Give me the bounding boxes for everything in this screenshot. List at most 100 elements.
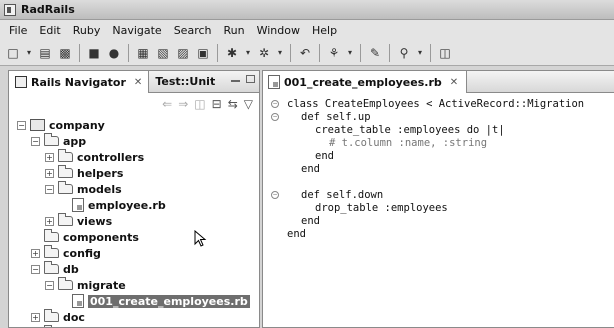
- generate-model-icon[interactable]: ▧: [154, 44, 172, 62]
- code-line: end: [287, 228, 306, 240]
- folder-icon: [58, 165, 73, 178]
- link-editor-icon[interactable]: ⇆: [228, 97, 238, 111]
- menu-run[interactable]: Run: [218, 24, 251, 37]
- generate-icon[interactable]: ▦: [134, 44, 152, 62]
- toolbar-separator: [290, 43, 291, 62]
- tree-item-components[interactable]: components: [31, 229, 139, 245]
- print-icon[interactable]: ▩: [56, 44, 74, 62]
- tree-item-migrate[interactable]: − migrate: [45, 277, 126, 293]
- collapse-icon[interactable]: −: [45, 184, 54, 194]
- folder-icon: [44, 245, 59, 258]
- tree-item-label: components: [63, 230, 139, 244]
- tree-item-label: views: [77, 214, 113, 228]
- search-icon[interactable]: ⚲: [395, 44, 413, 62]
- expand-icon[interactable]: +: [45, 152, 54, 162]
- menu-bar: File Edit Ruby Navigate Search Run Windo…: [0, 20, 614, 40]
- search-dropdown-icon[interactable]: ▾: [415, 44, 425, 62]
- main-toolbar: □ ▾ ▤ ▩ ■ ● ▦ ▧ ▨ ▣ ✱ ▾ ✲ ▾ ↶ ⚘ ▾ ✎ ⚲ ▾ …: [0, 40, 614, 66]
- expand-icon[interactable]: +: [45, 168, 54, 178]
- run-dropdown-icon[interactable]: ▾: [275, 44, 285, 62]
- tree-item-models[interactable]: − models: [45, 181, 122, 197]
- menu-window[interactable]: Window: [251, 24, 306, 37]
- close-icon[interactable]: ✕: [134, 77, 142, 88]
- tree-item-label: db: [63, 262, 79, 276]
- collapse-icon[interactable]: −: [31, 136, 40, 146]
- tree-item-controllers[interactable]: + controllers: [45, 149, 144, 165]
- tab-test-unit[interactable]: Test::Unit: [149, 71, 221, 92]
- code-line: def self.up: [301, 111, 371, 123]
- tree-item-label: migrate: [77, 278, 126, 292]
- server-start-icon[interactable]: ●: [105, 44, 123, 62]
- tree-item-employee-rb[interactable]: employee.rb: [59, 197, 166, 213]
- tree-item-db[interactable]: − db: [31, 261, 79, 277]
- external-tools-icon[interactable]: ⚘: [325, 44, 343, 62]
- expand-icon[interactable]: +: [31, 248, 40, 258]
- menu-edit[interactable]: Edit: [33, 24, 66, 37]
- tree-item-helpers[interactable]: + helpers: [45, 165, 123, 181]
- tree-item-doc[interactable]: + doc: [31, 309, 85, 325]
- fold-icon[interactable]: −: [271, 113, 279, 121]
- menu-ruby[interactable]: Ruby: [67, 24, 107, 37]
- project-icon: [30, 119, 45, 131]
- external-tools-dropdown-icon[interactable]: ▾: [345, 44, 355, 62]
- tree-item-views[interactable]: + views: [45, 213, 112, 229]
- tree-item-app[interactable]: − app: [31, 133, 86, 149]
- menu-search[interactable]: Search: [168, 24, 218, 37]
- collapse-all-icon[interactable]: ⊟: [212, 97, 222, 111]
- back-history-icon[interactable]: ↶: [296, 44, 314, 62]
- maximize-icon[interactable]: [246, 75, 255, 83]
- tree-item-company[interactable]: − company: [17, 117, 105, 133]
- menu-help[interactable]: Help: [306, 24, 343, 37]
- mouse-cursor-icon: [194, 230, 208, 248]
- tree-item-config[interactable]: + config: [31, 245, 101, 261]
- fold-icon[interactable]: −: [271, 191, 279, 199]
- code-line: def self.down: [301, 189, 384, 201]
- server-stop-icon[interactable]: ■: [85, 44, 103, 62]
- new-dropdown-icon[interactable]: ▾: [24, 44, 34, 62]
- up-icon[interactable]: ◫: [194, 97, 205, 111]
- code-line: create_table :employees do |t|: [315, 124, 505, 136]
- navigator-tab-bar: Rails Navigator ✕ Test::Unit: [9, 71, 259, 93]
- expand-icon[interactable]: +: [31, 312, 40, 322]
- folder-icon: [44, 133, 59, 146]
- expand-icon[interactable]: +: [45, 216, 54, 226]
- title-bar: RadRails: [0, 0, 614, 20]
- menu-file[interactable]: File: [3, 24, 33, 37]
- rails-navigator-icon: [15, 76, 27, 88]
- debug-dropdown-icon[interactable]: ▾: [243, 44, 253, 62]
- navigator-toolbar: ⇐ ⇒ ◫ ⊟ ⇆ ▽: [9, 93, 259, 115]
- open-perspective-icon[interactable]: ◫: [436, 44, 454, 62]
- tree-item-001-create-employees-rb[interactable]: 001_create_employees.rb: [59, 293, 250, 309]
- code-line: drop_table :employees: [315, 202, 448, 214]
- collapse-icon[interactable]: −: [17, 120, 26, 130]
- toolbar-separator: [319, 43, 320, 62]
- code-line: end: [301, 215, 320, 227]
- folder-icon: [58, 181, 73, 194]
- save-icon[interactable]: ▤: [36, 44, 54, 62]
- forward-icon[interactable]: ⇒: [178, 97, 188, 111]
- tree-item-label: 001_create_employees.rb: [88, 294, 250, 308]
- run-icon[interactable]: ✲: [255, 44, 273, 62]
- folder-icon: [44, 309, 59, 322]
- collapse-icon[interactable]: −: [31, 264, 40, 274]
- fold-icon[interactable]: −: [271, 100, 279, 108]
- collapse-icon[interactable]: −: [45, 280, 54, 290]
- toolbar-separator: [389, 43, 390, 62]
- editor-tab-001-create-employees[interactable]: 001_create_employees.rb ✕: [263, 71, 468, 93]
- new-file-icon[interactable]: □: [4, 44, 22, 62]
- close-icon[interactable]: ✕: [450, 77, 458, 88]
- toolbar-separator: [128, 43, 129, 62]
- generate-controller-icon[interactable]: ▨: [174, 44, 192, 62]
- tab-rails-navigator[interactable]: Rails Navigator ✕: [9, 71, 150, 93]
- debug-icon[interactable]: ✱: [223, 44, 241, 62]
- folder-icon: [44, 261, 59, 274]
- menu-navigate[interactable]: Navigate: [106, 24, 167, 37]
- minimize-icon[interactable]: [231, 80, 240, 82]
- toolbar-separator: [217, 43, 218, 62]
- code-line: class CreateEmployees < ActiveRecord::Mi…: [287, 98, 585, 110]
- view-menu-icon[interactable]: ▽: [244, 97, 253, 111]
- tab-label: Rails Navigator: [31, 75, 126, 89]
- edit-icon[interactable]: ✎: [366, 44, 384, 62]
- back-icon[interactable]: ⇐: [162, 97, 172, 111]
- rake-icon[interactable]: ▣: [194, 44, 212, 62]
